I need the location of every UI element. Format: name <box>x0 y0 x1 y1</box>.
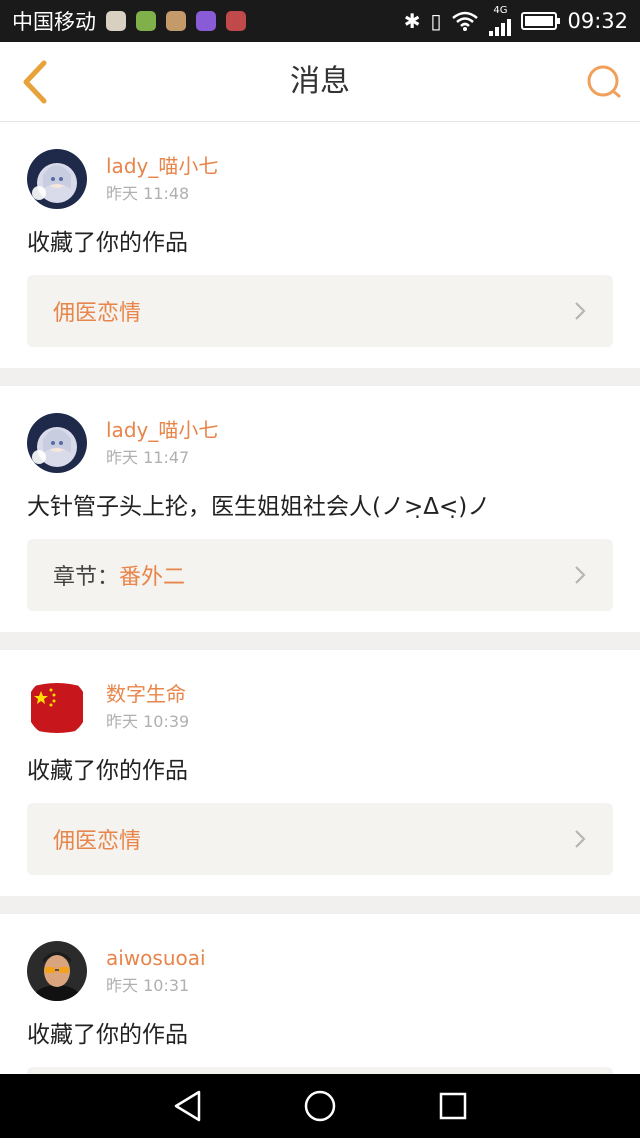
back-button[interactable] <box>10 56 60 108</box>
username[interactable]: lady_喵小七 <box>106 416 218 444</box>
timestamp: 昨天 11:48 <box>106 184 190 203</box>
avatar[interactable] <box>27 941 87 1001</box>
message-text: 大针管子头上抡，医生姐姐社会人(ノ>̣Δ<̣)ノ <box>27 494 491 520</box>
message-list: lady_喵小七 昨天 11:48 收藏了你的作品 佣医恋情 lady_喵小七 … <box>0 122 640 1138</box>
timestamp: 昨天 10:31 <box>106 976 190 995</box>
work-link[interactable]: 佣医恋情 <box>27 803 613 875</box>
app-icon-5 <box>226 11 246 31</box>
avatar[interactable] <box>27 677 87 737</box>
status-left: 中国移动 <box>12 6 246 36</box>
search-icon <box>587 65 621 98</box>
battery-fill <box>525 16 554 26</box>
chevron-left-icon <box>23 60 47 104</box>
flag-avatar-icon <box>27 677 87 737</box>
chevron-right-icon <box>575 566 586 584</box>
username[interactable]: 数字生命 <box>106 680 189 708</box>
app-icon-2 <box>136 11 156 31</box>
card-header: lady_喵小七 昨天 11:48 <box>27 122 613 210</box>
card-meta: lady_喵小七 昨天 11:47 <box>106 416 218 470</box>
username[interactable]: aiwosuoai <box>106 944 206 972</box>
clock: 09:32 <box>567 9 628 33</box>
timestamp: 昨天 10:39 <box>106 712 190 731</box>
wifi-icon <box>452 11 479 31</box>
carrier-name: 中国移动 <box>12 10 96 34</box>
square-recent-icon <box>440 1092 467 1120</box>
header: 消息 <box>0 42 640 122</box>
chapter-title: 章节：番外二 <box>53 559 185 591</box>
nav-home-button[interactable] <box>300 1086 340 1126</box>
timestamp: 昨天 11:47 <box>106 448 190 467</box>
card-meta: 数字生命 昨天 10:39 <box>106 680 189 734</box>
card-header: aiwosuoai 昨天 10:31 <box>27 914 613 1002</box>
status-bar: 中国移动 ✱ ▯ 4G 09:32 <box>0 0 640 42</box>
chapter-link[interactable]: 章节：番外二 <box>27 539 613 611</box>
card-meta: lady_喵小七 昨天 11:48 <box>106 152 218 206</box>
avatar[interactable] <box>27 149 87 209</box>
man-with-sunglasses-avatar-icon <box>27 941 87 1001</box>
avatar[interactable] <box>27 413 87 473</box>
status-right: ✱ ▯ 4G 09:32 <box>404 6 628 36</box>
message-card[interactable]: lady_喵小七 昨天 11:48 收藏了你的作品 佣医恋情 <box>0 122 640 368</box>
work-title: 佣医恋情 <box>53 295 141 327</box>
card-meta: aiwosuoai 昨天 10:31 <box>106 944 206 998</box>
battery-icon <box>521 12 561 30</box>
message-text: 收藏了你的作品 <box>27 758 188 784</box>
work-link[interactable]: 佣医恋情 <box>27 275 613 347</box>
nav-recent-button[interactable] <box>433 1086 473 1126</box>
signal-icon <box>489 16 512 36</box>
card-header: lady_喵小七 昨天 11:47 <box>27 386 613 474</box>
network-type: 4G <box>493 5 508 16</box>
message-card[interactable]: lady_喵小七 昨天 11:47 大针管子头上抡，医生姐姐社会人(ノ>̣Δ<̣… <box>0 386 640 632</box>
anime-girl-avatar-icon <box>27 149 87 209</box>
vibrate-icon: ▯ <box>430 9 442 33</box>
ref-title: 佣医恋情 <box>53 301 142 326</box>
ref-title: 佣医恋情 <box>53 829 142 854</box>
chevron-right-icon <box>575 302 586 320</box>
triangle-back-icon <box>174 1090 200 1122</box>
app-icon-1 <box>106 11 126 31</box>
card-header: 数字生命 昨天 10:39 <box>27 650 613 738</box>
system-nav-bar <box>0 1074 640 1138</box>
search-button[interactable] <box>582 60 626 104</box>
ref-title: 番外二 <box>119 565 186 590</box>
cellular-group: 4G <box>489 5 512 36</box>
circle-home-icon <box>304 1090 336 1122</box>
bluetooth-icon: ✱ <box>403 9 421 33</box>
anime-girl-avatar-icon <box>27 413 87 473</box>
gallery-icon <box>196 11 216 31</box>
nav-back-button[interactable] <box>167 1086 207 1126</box>
message-text: 收藏了你的作品 <box>27 1022 188 1048</box>
chevron-right-icon <box>575 830 586 848</box>
username[interactable]: lady_喵小七 <box>106 152 218 180</box>
work-title: 佣医恋情 <box>53 823 141 855</box>
message-card[interactable]: 数字生命 昨天 10:39 收藏了你的作品 佣医恋情 <box>0 650 640 896</box>
ref-prefix: 章节： <box>53 565 120 590</box>
message-text: 收藏了你的作品 <box>27 230 188 256</box>
page-title: 消息 <box>290 64 350 99</box>
app-icon-3 <box>166 11 186 31</box>
